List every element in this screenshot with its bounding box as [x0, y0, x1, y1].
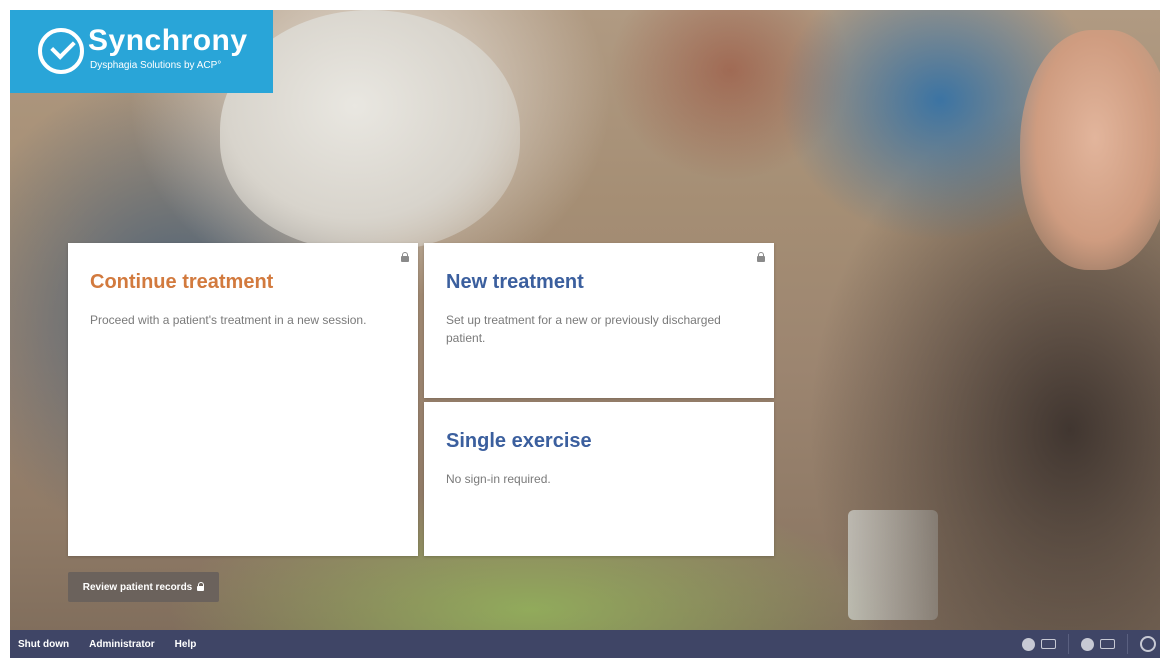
- photo-man: [1020, 30, 1160, 270]
- single-exercise-description: No sign-in required.: [446, 472, 551, 486]
- new-treatment-card[interactable]: New treatment Set up treatment for a new…: [424, 243, 774, 398]
- continue-treatment-title: Continue treatment: [90, 271, 274, 293]
- lock-icon: [401, 252, 409, 262]
- tray-divider: [1127, 634, 1128, 654]
- new-treatment-title: New treatment: [446, 271, 584, 293]
- battery-icon: [1041, 639, 1056, 649]
- lock-icon: [757, 252, 765, 262]
- new-treatment-description: Set up treatment for a new or previously…: [446, 313, 721, 345]
- taskbar: Shut down Administrator Help: [10, 630, 1160, 658]
- continue-treatment-card[interactable]: Continue treatment Proceed with a patien…: [68, 243, 418, 556]
- tray-divider: [1068, 634, 1069, 654]
- network-icon[interactable]: [1081, 637, 1094, 651]
- battery-icon: [1100, 639, 1115, 649]
- synchrony-logo: Synchrony Dysphagia Solutions by ACP°: [10, 10, 273, 93]
- lock-icon: [197, 581, 205, 591]
- continue-treatment-description: Proceed with a patient's treatment in a …: [90, 313, 367, 327]
- administrator-link[interactable]: Administrator: [89, 639, 155, 650]
- review-patient-records-button[interactable]: Review patient records: [68, 572, 219, 602]
- help-link[interactable]: Help: [175, 639, 197, 650]
- logo-name: Synchrony: [88, 24, 248, 57]
- shut-down-link[interactable]: Shut down: [18, 639, 69, 650]
- info-icon[interactable]: [1022, 637, 1035, 651]
- logo-tagline: Dysphagia Solutions by ACP°: [90, 60, 222, 71]
- system-tray: [1022, 630, 1160, 658]
- help-ring-icon[interactable]: [1140, 636, 1156, 652]
- photo-glass: [848, 510, 938, 620]
- single-exercise-card[interactable]: Single exercise No sign-in required.: [424, 402, 774, 556]
- review-patient-records-label: Review patient records: [82, 581, 193, 593]
- synchrony-logo-icon: [38, 28, 84, 74]
- single-exercise-title: Single exercise: [446, 430, 592, 452]
